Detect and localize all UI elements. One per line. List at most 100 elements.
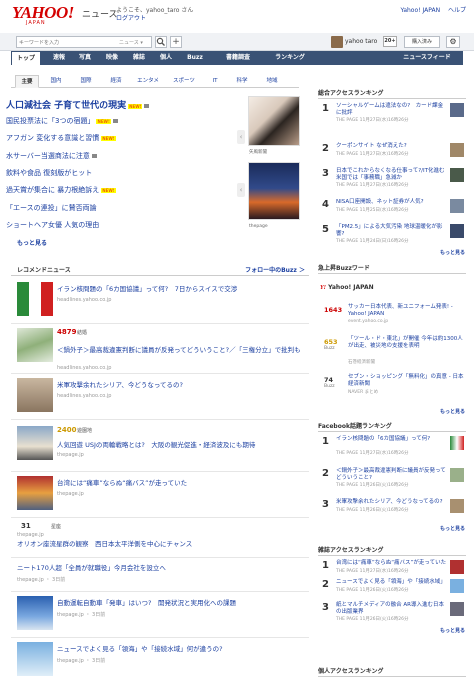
ranking-item[interactable]: 1 イラン核問題の「6カ国協議」って何? THE PAGE 11月27日(水)16時… — [318, 434, 466, 456]
topic-item[interactable]: 水サーバー当選商法に注意 — [6, 151, 97, 161]
new-badge: NEW! — [128, 104, 143, 109]
buzz-tag: 結婚 — [77, 330, 88, 336]
subtab-economy[interactable]: 経済 — [103, 75, 129, 88]
list-item[interactable]: 米軍攻撃余れたシリア、今どうなってるの? headlines.yahoo.co.… — [11, 374, 309, 420]
ranking-item[interactable]: 3 米軍攻撃余れたシリア、今どうなってるの? THE PAGE 11月26日(火)1… — [318, 497, 466, 519]
topic-item[interactable]: 「エースの連投」に賛否両論 — [6, 203, 97, 213]
buzz-item[interactable]: 1643 サッカー日本代表、新ユニフォーム発表! - Yahoo! JAPAN ev… — [318, 302, 466, 328]
buzz-item[interactable]: 653 Buzz 「ツール・ド・東北」が開催 今年は約1300人が出走、被災地の支援… — [318, 334, 466, 368]
photo-caption: thepage — [249, 224, 268, 229]
recommend-title: レコメンドニュース — [17, 267, 71, 274]
topic-item[interactable]: 国民投票法に「3つの宿題」 NEW! — [6, 116, 118, 126]
search-button[interactable] — [155, 36, 167, 48]
tab-ranking[interactable]: ランキング — [266, 51, 314, 65]
search-input[interactable] — [19, 38, 115, 47]
new-badge: NEW! — [101, 136, 116, 141]
topic-item[interactable]: アフガン 変化する意識と習慣 NEW! — [6, 133, 116, 143]
list-item[interactable]: イラン核問題の「6カ国協議」って何? 7日からスイスで交渉 headlines.… — [11, 278, 309, 324]
chevron-left-icon[interactable]: ‹ — [237, 183, 245, 197]
purchased-button[interactable]: 購入済み — [404, 36, 440, 48]
list-item[interactable]: ニート170人超「全員が就職役」今月会社を設立へ thepage.jp ・ 3日… — [11, 558, 309, 592]
ranking-item[interactable]: 5 「PM2.5」による大気汚染 地球温暖化が影響? THE PAGE 11月24日… — [318, 222, 466, 244]
buzz-more-link[interactable]: もっと見る — [440, 408, 465, 415]
ranking-item[interactable]: 4 NISA口座開設、ネット証券が人気? THE PAGE 11月25日(水)16時… — [318, 197, 466, 219]
yahoo-japan-link[interactable]: Yahoo! JAPAN — [400, 7, 440, 14]
list-item[interactable]: ニュースでよく見る「領海」や「接続水域」何が違うの? thepage.jp ・ … — [11, 638, 309, 684]
yahoo-logo-small: Y! — [320, 285, 326, 291]
topic-item[interactable]: ショートヘア女優 人気の理由 — [6, 220, 99, 230]
ranking-item[interactable]: 1 ソーシャルゲームは違法なの? カード課金に批評 THE PAGE 11月27日(… — [318, 101, 466, 123]
avatar[interactable] — [331, 36, 343, 48]
tab-video[interactable]: 映像 — [100, 51, 124, 65]
buzz-tag: 星座 — [51, 524, 62, 530]
fb-ranking-more-link[interactable]: もっと見る — [440, 525, 465, 532]
subtab-entertainment[interactable]: エンタメ — [133, 75, 163, 88]
user-name[interactable]: yahoo taro — [345, 38, 377, 45]
list-item[interactable]: 31 星座 thepage.jp オリオン座流星群の観察 西日本太平洋側を中心に… — [11, 518, 309, 558]
tab-newsfeed[interactable]: ニュースフィード — [396, 51, 458, 65]
topic-photo[interactable] — [248, 96, 300, 146]
subtab-it[interactable]: IT — [205, 75, 225, 88]
site-title[interactable]: ニュース — [82, 7, 118, 20]
header: YAHOO! JAPAN ニュース ようこそ、yahoo_taro さん ログア… — [0, 0, 474, 33]
ranking-item[interactable]: 3 紙とマルチメディアの融合 AR導入進む日本の出版業界 THE PAGE 11月2… — [318, 600, 466, 622]
ranking-item[interactable]: 3 日本でこれからなくなる仕事って?/IT化進む米国では「事務職」急減か THE P… — [318, 166, 466, 188]
list-item[interactable]: 4879 結婚 ＜鍋外子＞最高裁違憲判断に議員が反発ってどういうこと?／「三権分… — [11, 324, 309, 374]
photo-caption: 矢風新聞 — [249, 150, 267, 155]
subtab-science[interactable]: 科学 — [229, 75, 255, 88]
news-thumbnail — [17, 328, 53, 362]
ranking-thumbnail — [450, 168, 464, 182]
topic-item[interactable]: 飲料や食品 復刻版がヒット — [6, 168, 92, 178]
news-thumbnail — [17, 426, 53, 460]
ranking-thumbnail — [450, 143, 464, 157]
help-link[interactable]: ヘルプ — [448, 7, 466, 14]
camera-icon — [91, 154, 97, 158]
buzz-item[interactable]: 74 Buzz セブン・ショッピング「無料化」の真意 - 日本経済新聞 NAVER ま… — [318, 372, 466, 398]
ranking-thumbnail — [450, 436, 464, 450]
gear-icon[interactable]: ⚙ — [446, 36, 460, 48]
topic-item[interactable]: 人口減社会 子育て世代の現実 NEW! — [6, 98, 150, 111]
list-item[interactable]: 台湾には“痛車”ならぬ“痛バス”が走っていた thepage.jp — [11, 472, 309, 518]
camera-icon — [112, 119, 118, 123]
tab-magazine[interactable]: 雑誌 — [127, 51, 151, 65]
tab-breaking[interactable]: 速報 — [47, 51, 71, 65]
topics-more-link[interactable]: もっと見る — [17, 238, 47, 247]
magazine-ranking-more-link[interactable]: もっと見る — [440, 627, 465, 634]
subtab-sports[interactable]: スポーツ — [167, 75, 201, 88]
buzz-count: 2400 — [57, 426, 77, 434]
subtab-region[interactable]: 地域 — [259, 75, 285, 88]
personal-ranking-title: 個人アクセスランキング — [318, 666, 466, 677]
add-button[interactable]: + — [170, 36, 182, 48]
chevron-left-icon[interactable]: ‹ — [237, 130, 245, 144]
subtab-international[interactable]: 国際 — [73, 75, 99, 88]
tab-buzz[interactable]: Buzz — [181, 51, 209, 65]
tab-top[interactable]: トップ — [11, 51, 41, 65]
yahoo-logo[interactable]: YAHOO! — [12, 4, 74, 21]
ranking-item[interactable]: 2 ニュースでよく見る「領海」や「接続水域」 THE PAGE 11月26日(火)1… — [318, 577, 466, 599]
notification-badge[interactable]: 20+ — [383, 36, 397, 47]
topic-photo[interactable] — [248, 162, 300, 220]
news-thumbnail — [17, 282, 53, 316]
buzz-title: 急上昇Buzzワード — [318, 263, 466, 274]
yahoo-logo-sub: JAPAN — [26, 20, 46, 26]
buzz-brand[interactable]: Y! Yahoo! JAPAN — [320, 284, 374, 291]
search-scope-select[interactable]: ニュース ▾ — [119, 39, 143, 46]
tab-survey[interactable]: 書籍調査 — [215, 51, 261, 65]
tab-photo[interactable]: 写真 — [73, 51, 97, 65]
follow-buzz-link[interactable]: フォロー中のBuzz ＞ — [245, 265, 305, 274]
sub-nav: 主要 国内 国際 経済 エンタメ スポーツ IT 科学 地域 — [11, 75, 299, 88]
buzz-count: 4879 — [57, 328, 77, 336]
ranking-more-link[interactable]: もっと見る — [440, 249, 465, 256]
subtab-domestic[interactable]: 国内 — [43, 75, 69, 88]
tab-personal[interactable]: 個人 — [154, 51, 178, 65]
ranking-item[interactable]: 2 ＜鍋外子＞最高裁違憲判断に議員が反発ってどういうこと? THE PAGE 11月… — [318, 466, 466, 488]
list-item[interactable]: 2400 遊園地 人気回遊 USJの両輪戦略とは? 大阪の観光促進・経済波及にも… — [11, 422, 309, 472]
ranking-thumbnail — [450, 560, 464, 574]
search-icon — [156, 37, 165, 46]
topic-item[interactable]: 過天賞が集合に 暴力根絶訴え NEW! — [6, 185, 116, 195]
ranking-item[interactable]: 2 クーポンサイト なぜ消えた? THE PAGE 11月27日(木)16時26分 — [318, 141, 466, 163]
news-thumbnail — [17, 596, 53, 630]
subtab-main[interactable]: 主要 — [15, 75, 39, 88]
list-item[interactable]: 自動運転自動車「発車」はいつ? 開発状況と実用化への課題 thepage.jp … — [11, 592, 309, 638]
logout-link[interactable]: ログアウト — [116, 13, 146, 22]
